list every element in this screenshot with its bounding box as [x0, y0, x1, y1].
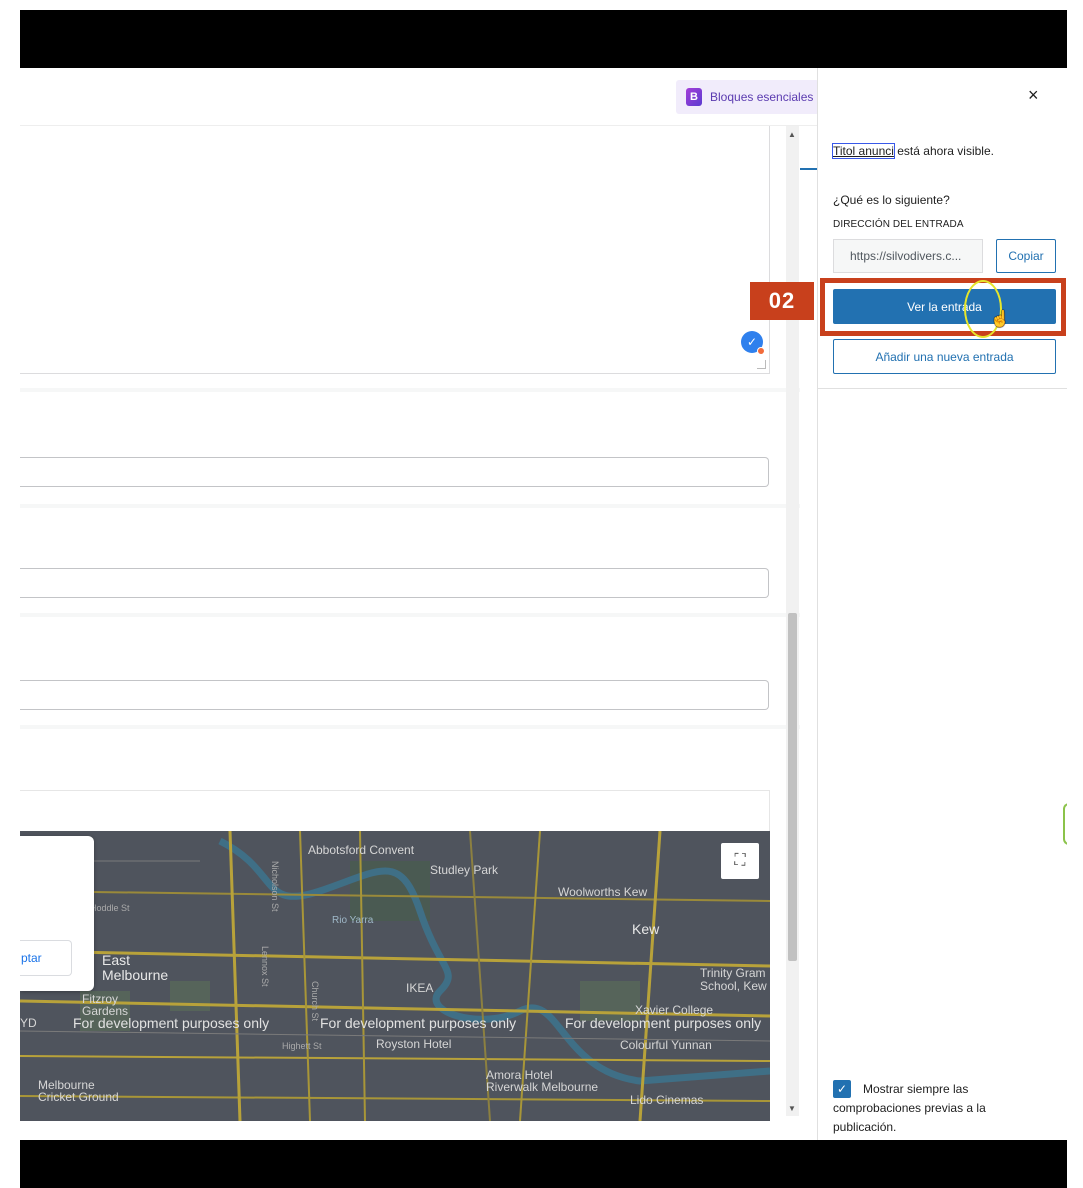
map-label-woolworths: Woolworths Kew	[558, 885, 648, 899]
section-divider	[20, 504, 800, 508]
map-label-east-melbourne: East Melbourne	[102, 952, 169, 983]
scroll-down-icon[interactable]: ▼	[788, 1104, 796, 1113]
map-consent-popup: ptar	[20, 836, 94, 991]
map-label-colourful: Colourful Yunnan	[620, 1038, 712, 1052]
post-title-link[interactable]: Titol anunci	[832, 143, 895, 159]
copy-button[interactable]: Copiar	[996, 239, 1056, 273]
map-label-church: Church St	[310, 981, 320, 1022]
google-map[interactable]: Abbotsford Convent Studley Park Woolwort…	[20, 831, 770, 1121]
map-label-rio-yarra: Rio Yarra	[332, 915, 374, 926]
edge-widget-tab[interactable]	[1063, 803, 1067, 845]
section-divider	[20, 613, 800, 617]
map-label-royston: Royston Hotel	[376, 1037, 452, 1051]
panel-tab-indicator	[800, 168, 817, 170]
map-label-fitzroy: Fitzroy Gardens	[82, 992, 129, 1018]
bloques-esenciales-label: Bloques esenciales	[710, 90, 814, 104]
map-label-highett: Highett St	[282, 1041, 322, 1051]
scroll-up-icon[interactable]: ▲	[788, 130, 796, 139]
grammar-status-dot	[757, 347, 765, 355]
map-label-trinity: Trinity Gram School, Kew	[700, 966, 767, 993]
map-label-yd: YD	[20, 1016, 37, 1030]
map-accept-button[interactable]: ptar	[20, 940, 72, 976]
publish-notice-text: está ahora visible.	[893, 144, 994, 158]
post-address-label: DIRECCIÓN DEL ENTRADA	[833, 219, 964, 230]
prepublish-checks-label: Mostrar siempre las comprobaciones previ…	[833, 1082, 986, 1134]
add-new-post-button[interactable]: Añadir una nueva entrada	[833, 339, 1056, 374]
map-label-abbotsford: Abbotsford Convent	[308, 843, 415, 857]
text-field-1[interactable]	[20, 457, 769, 487]
map-label-lido: Lido Cinemas	[630, 1093, 704, 1107]
fullscreen-icon[interactable]: ⛶	[721, 843, 759, 879]
publish-notice: Titol anunci está ahora visible.	[832, 143, 994, 159]
video-letterbox-bottom	[20, 1140, 1067, 1188]
map-label-nicholson: Nicholson St	[270, 861, 280, 912]
bloques-esenciales-button[interactable]: B Bloques esenciales	[676, 80, 819, 114]
whats-next-heading: ¿Qué es lo siguiente?	[833, 193, 950, 207]
section-divider	[20, 388, 800, 392]
map-label-ikea: IKEA	[406, 981, 434, 995]
section-divider	[20, 725, 800, 729]
step-highlight-frame	[820, 278, 1066, 336]
map-label-studley: Studley Park	[430, 863, 499, 877]
map-dev-notice-1: For development purposes only	[73, 1015, 270, 1031]
map-label-amora: Amora Hotel Riverwalk Melbourne	[486, 1068, 599, 1094]
panel-divider	[818, 388, 1067, 389]
post-publish-panel: × Titol anunci está ahora visible. ¿Qué …	[817, 68, 1067, 1140]
bloques-logo-icon: B	[686, 88, 702, 106]
resize-handle[interactable]	[757, 360, 766, 369]
map-label-kew: Kew	[632, 921, 660, 937]
editor-header: B Bloques esenciales	[20, 68, 819, 126]
map-label-hoddle: Hoddle St	[90, 903, 130, 913]
video-letterbox-top	[20, 10, 1067, 68]
step-number-badge: 02	[750, 282, 814, 320]
app-viewport: B Bloques esenciales ✓ Abbotsford Conven…	[20, 68, 1067, 1140]
post-address-input[interactable]: https://silvodivers.c...	[833, 239, 983, 273]
map-dev-notice-3: For development purposes only	[565, 1015, 762, 1031]
editor-scrollbar-thumb[interactable]	[788, 613, 797, 961]
prepublish-checkbox[interactable]: ✓	[833, 1080, 851, 1098]
text-field-2[interactable]	[20, 568, 769, 598]
text-field-3[interactable]	[20, 680, 769, 710]
map-field-frame	[20, 790, 770, 832]
hand-cursor-icon: ☝	[990, 311, 1010, 328]
content-textarea[interactable]	[20, 126, 770, 374]
close-icon[interactable]: ×	[1028, 85, 1039, 106]
map-label-lennox: Lennox St	[260, 946, 270, 987]
post-editor: B Bloques esenciales ✓ Abbotsford Conven…	[20, 68, 819, 1140]
map-dev-notice-2: For development purposes only	[320, 1015, 517, 1031]
map-label-cricket: Melbourne Cricket Ground	[38, 1078, 119, 1104]
